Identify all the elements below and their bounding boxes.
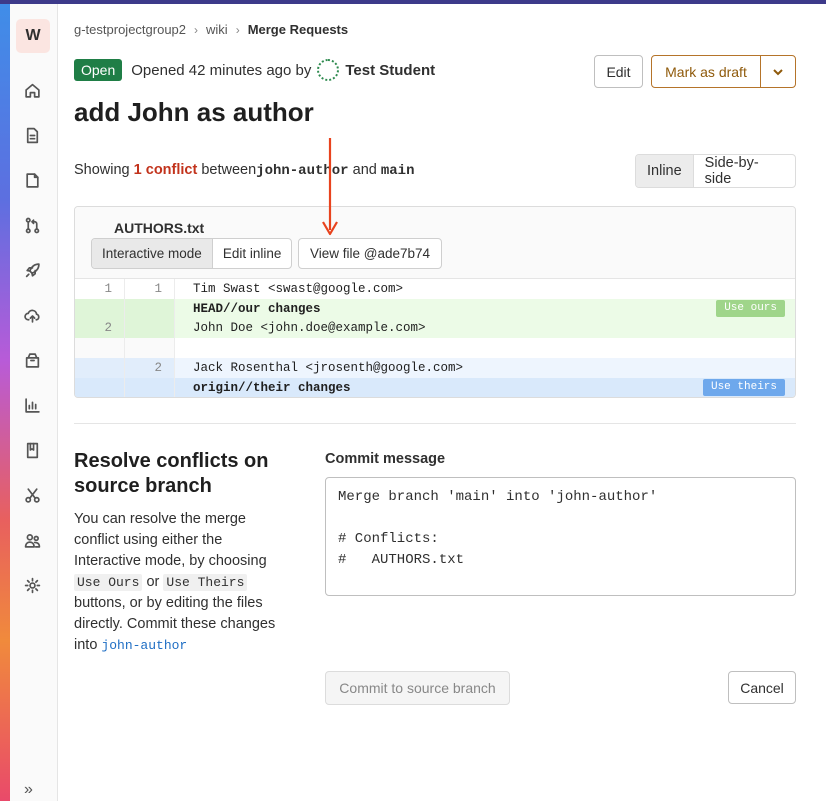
file-header: AUTHORS.txt Interactive mode Edit inline…: [75, 207, 795, 279]
diff-line-separator: [75, 338, 795, 359]
project-avatar[interactable]: W: [16, 19, 50, 53]
edit-button[interactable]: Edit: [594, 55, 643, 88]
new-line-number: [125, 338, 175, 359]
breadcrumb-current[interactable]: Merge Requests: [248, 22, 348, 37]
new-line-number: 2: [125, 358, 175, 378]
conflict-summary: Showing 1 conflict betweenjohn-author an…: [74, 162, 414, 179]
left-sidebar: W »: [10, 4, 58, 801]
view-file-button[interactable]: View file @ade7b74: [298, 238, 443, 269]
home-icon[interactable]: [23, 81, 41, 99]
diff-line-ours-header: HEAD//our changes Use ours: [75, 298, 795, 319]
old-line-number: [75, 338, 125, 359]
ours-header-text: HEAD//our changes: [193, 301, 321, 316]
inline-view-button[interactable]: Inline: [636, 155, 694, 187]
mark-as-draft-button[interactable]: Mark as draft: [651, 55, 761, 88]
diff-line-ours: 2 John Doe <john.doe@example.com>: [75, 318, 795, 339]
desktop-background: [0, 0, 10, 801]
settings-gear-icon[interactable]: [23, 576, 41, 594]
theirs-header-text: origin//their changes: [193, 380, 351, 395]
collapse-sidebar-icon[interactable]: »: [24, 781, 33, 799]
breadcrumb-project[interactable]: wiki: [206, 22, 228, 37]
mode-toggle: Interactive mode Edit inline: [91, 238, 293, 269]
line-content: Jack Rosenthal <jrosenth@google.com>: [193, 361, 464, 376]
annotation-arrow: [322, 138, 338, 236]
use-ours-code: Use Ours: [74, 574, 143, 591]
issues-icon[interactable]: [23, 171, 41, 189]
resolve-text-or: or: [146, 574, 160, 590]
branch-link[interactable]: john-author: [101, 638, 187, 653]
use-theirs-button[interactable]: Use theirs: [702, 378, 785, 396]
package-icon[interactable]: [23, 351, 41, 369]
line-content: Tim Swast <swast@google.com>: [193, 281, 404, 296]
old-line-number: [75, 298, 125, 319]
edit-inline-button[interactable]: Edit inline: [213, 239, 292, 268]
author-name[interactable]: Test Student: [345, 62, 435, 79]
conflict-count: 1 conflict: [133, 162, 198, 178]
commit-message-label: Commit message: [325, 451, 446, 467]
page-title: add John as author: [74, 97, 314, 127]
section-divider: [74, 423, 796, 424]
commit-button[interactable]: Commit to source branch: [325, 671, 510, 705]
resolve-heading: Resolve conflicts on source branch: [74, 450, 269, 497]
diff-line: 1 1 Tim Swast <swast@google.com>: [75, 279, 795, 299]
old-line-number: [75, 377, 125, 397]
new-line-number: [125, 318, 175, 339]
mr-status-row: Open Opened 42 minutes ago by Test Stude…: [74, 59, 435, 81]
diff-line-theirs-header: origin//their changes Use theirs: [75, 377, 795, 397]
opened-text: Opened 42 minutes ago by: [131, 61, 312, 79]
target-branch: main: [380, 163, 415, 179]
breadcrumb-group[interactable]: g-testprojectgroup2: [74, 22, 186, 37]
analytics-chart-icon[interactable]: [23, 396, 41, 414]
line-content-bold: origin//their changes: [175, 381, 351, 395]
new-line-number: 1: [125, 279, 175, 299]
author-avatar[interactable]: [317, 59, 340, 81]
conflict-file: AUTHORS.txt Interactive mode Edit inline…: [74, 206, 796, 398]
diff-line-theirs: 2 Jack Rosenthal <jrosenth@google.com>: [75, 358, 795, 378]
merge-request-icon[interactable]: [23, 216, 41, 234]
wiki-book-icon[interactable]: [23, 441, 41, 459]
window-top-edge: [0, 0, 826, 4]
showing-between: between: [201, 162, 257, 178]
file-name: AUTHORS.txt: [114, 220, 205, 236]
new-line-number: [125, 377, 175, 397]
chevron-right-icon: ›: [235, 22, 240, 37]
interactive-mode-button[interactable]: Interactive mode: [92, 239, 213, 268]
use-theirs-code: Use Theirs: [163, 574, 248, 591]
resolve-description: You can resolve the merge conflict using…: [74, 509, 289, 656]
members-icon[interactable]: [23, 531, 41, 549]
snippets-scissors-icon[interactable]: [23, 486, 41, 504]
view-toggle: Inline Side-by-side: [635, 154, 796, 188]
old-line-number: [75, 358, 125, 378]
status-badge: Open: [74, 59, 123, 81]
deploy-rocket-icon[interactable]: [23, 261, 41, 279]
document-icon[interactable]: [23, 126, 41, 144]
new-line-number: [125, 298, 175, 319]
commit-message-textarea[interactable]: Merge branch 'main' into 'john-author' #…: [325, 477, 796, 596]
showing-prefix: Showing: [74, 162, 130, 178]
line-content-bold: HEAD//our changes: [175, 302, 321, 316]
cancel-button[interactable]: Cancel: [728, 671, 796, 704]
chevron-right-icon: ›: [194, 22, 199, 37]
chevron-down-icon: [773, 68, 783, 75]
old-line-number: 2: [75, 318, 125, 339]
draft-dropdown-button[interactable]: [760, 55, 796, 88]
line-content: John Doe <john.doe@example.com>: [193, 321, 426, 336]
old-line-number: 1: [75, 279, 125, 299]
cloud-upload-icon[interactable]: [23, 306, 41, 324]
resolve-text-part1: You can resolve the merge conflict using…: [74, 511, 267, 569]
breadcrumb: g-testprojectgroup2 › wiki › Merge Reque…: [74, 22, 348, 37]
side-by-side-view-button[interactable]: Side-by-side: [694, 155, 795, 187]
use-ours-button[interactable]: Use ours: [716, 299, 785, 317]
showing-and: and: [352, 162, 377, 178]
